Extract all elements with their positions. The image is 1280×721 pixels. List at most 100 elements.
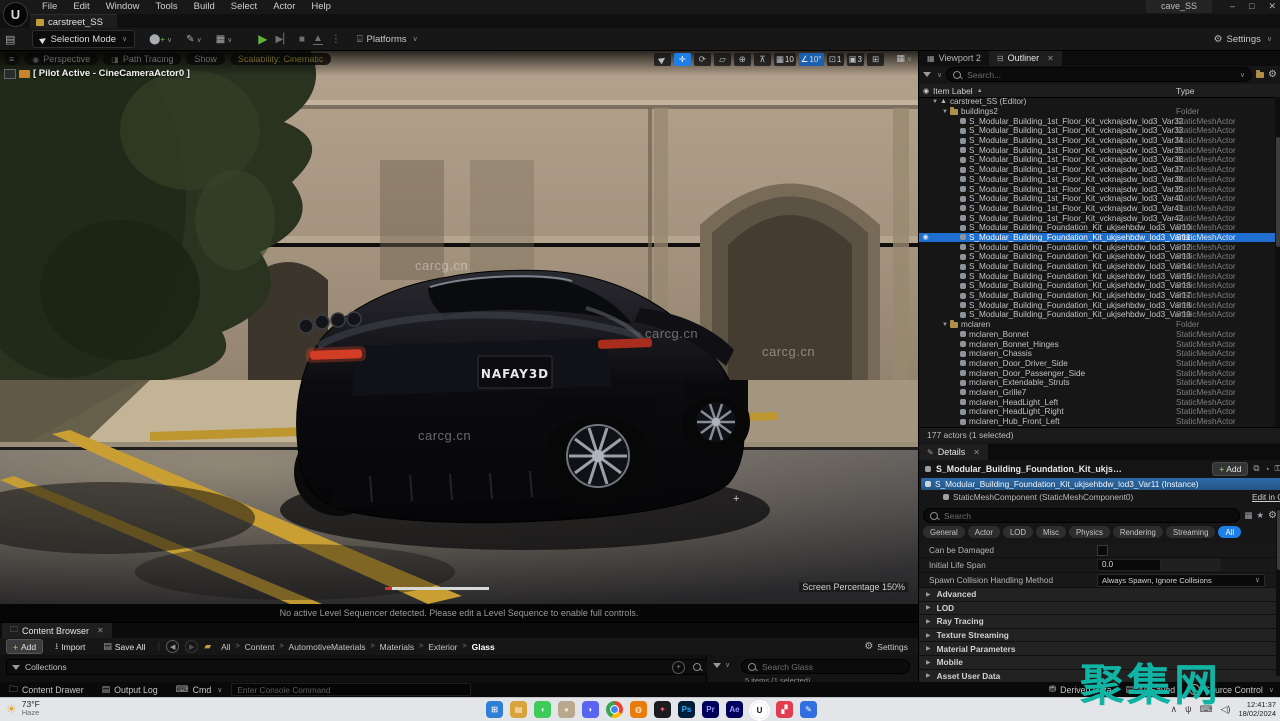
outliner-search-box[interactable]: ∨ <box>946 67 1252 82</box>
rotation-snap-toggle[interactable]: ∠10° <box>799 53 824 66</box>
outliner-row[interactable]: S_Modular_Building_1st_Floor_Kit_vcknajs… <box>919 204 1275 214</box>
camera-frame-icon[interactable] <box>4 69 16 79</box>
menu-file[interactable]: File <box>34 0 65 14</box>
outliner-row[interactable]: ▼mclarenFolder <box>919 320 1275 330</box>
maximize-viewport-icon[interactable]: ⊞ <box>867 53 884 66</box>
scale-snap-toggle[interactable]: ⊡1 <box>827 53 844 66</box>
outliner-row[interactable]: ▼▲carstreet_SS (Editor) <box>919 97 1275 107</box>
close-tab-icon[interactable]: ✕ <box>1047 54 1054 63</box>
section-texture-streaming[interactable]: ▶Texture Streaming <box>919 629 1280 643</box>
taskbar-windows-start-icon[interactable]: ⊞ <box>486 701 503 718</box>
add-asset-button[interactable]: + Add <box>6 639 43 654</box>
outliner-row[interactable]: S_Modular_Building_Foundation_Kit_ukjseh… <box>919 262 1275 272</box>
visibility-column-icon[interactable]: ◉ <box>919 87 933 95</box>
outliner-row[interactable]: S_Modular_Building_1st_Floor_Kit_vcknajs… <box>919 194 1275 204</box>
outliner-row[interactable]: S_Modular_Building_1st_Floor_Kit_vcknajs… <box>919 213 1275 223</box>
outliner-row[interactable]: S_Modular_Building_1st_Floor_Kit_vcknajs… <box>919 116 1275 126</box>
settings-dropdown[interactable]: ⚙ Settings ∨ <box>1214 34 1272 45</box>
move-tool-icon[interactable]: ✛ <box>674 53 691 66</box>
outliner-settings-icon[interactable]: ⚙ <box>1268 69 1277 80</box>
forward-button[interactable]: ▶ <box>185 640 198 653</box>
tab-cave-ss[interactable]: cave_SS <box>1146 0 1212 13</box>
details-search-box[interactable] <box>923 508 1240 523</box>
outliner-row[interactable]: mclaren_Door_Passenger_SideStaticMeshAct… <box>919 368 1275 378</box>
outliner-row[interactable]: S_Modular_Building_1st_Floor_Kit_vcknajs… <box>919 126 1275 136</box>
taskbar-app-blue-icon[interactable]: ✎ <box>800 701 817 718</box>
outliner-row[interactable]: S_Modular_Building_1st_Floor_Kit_vcknajs… <box>919 165 1275 175</box>
rotate-tool-icon[interactable]: ⟳ <box>694 53 711 66</box>
outliner-column-headers[interactable]: ◉ Item Label ▲ Type <box>919 84 1280 98</box>
section-lod[interactable]: ▶LOD <box>919 602 1280 616</box>
world-space-icon[interactable]: ⊕ <box>734 53 751 66</box>
tab-details[interactable]: ✎ Details ✕ <box>919 444 988 460</box>
taskbar-file-explorer-icon[interactable]: ▤ <box>510 701 527 718</box>
back-button[interactable]: ◀ <box>166 640 179 653</box>
outliner-row[interactable]: mclaren_Extendable_StrutsStaticMeshActor <box>919 378 1275 388</box>
component-row[interactable]: StaticMeshComponent (StaticMeshComponent… <box>921 491 1280 503</box>
outliner-row[interactable]: mclaren_Hub_Front_LeftStaticMeshActor <box>919 417 1275 427</box>
outliner-row[interactable]: S_Modular_Building_1st_Floor_Kit_vcknajs… <box>919 136 1275 146</box>
visibility-eye-icon[interactable]: ◉ <box>919 233 932 241</box>
outliner-row[interactable]: S_Modular_Building_Foundation_Kit_ukjseh… <box>919 252 1275 262</box>
taskbar-wechat-icon[interactable]: ◖ <box>534 701 551 718</box>
taskbar-discord-icon[interactable]: ◗ <box>582 701 599 718</box>
details-tab-misc[interactable]: Misc <box>1036 526 1066 538</box>
close-details-icon[interactable]: ✕ <box>973 448 980 457</box>
tab-content-browser[interactable]: 🗀 Content Browser ✕ <box>2 623 112 638</box>
console-command-input[interactable] <box>231 683 471 696</box>
section-material-parameters[interactable]: ▶Material Parameters <box>919 642 1280 656</box>
sequencer-scrub-bar[interactable] <box>385 587 489 590</box>
speaker-icon[interactable]: ◁) <box>1221 704 1231 715</box>
taskbar-app-red-icon[interactable]: ▞ <box>776 701 793 718</box>
details-tab-streaming[interactable]: Streaming <box>1166 526 1216 538</box>
expand-caret-icon[interactable]: ▼ <box>942 322 950 328</box>
taskbar-after-effects-icon[interactable]: Ae <box>726 701 743 718</box>
tab-carstreet-ss[interactable]: carstreet_SS <box>30 14 117 29</box>
menu-edit[interactable]: Edit <box>65 0 97 14</box>
edit-in-cpp-link[interactable]: Edit in C++ <box>1252 492 1280 502</box>
add-actor-icon[interactable]: ⬤+∨ <box>149 34 172 45</box>
property-control[interactable] <box>1097 545 1108 556</box>
details-search-input[interactable] <box>942 510 1233 522</box>
output-log-button[interactable]: ▤ Output Log <box>93 684 167 695</box>
outliner-search-input[interactable] <box>965 69 1234 81</box>
number-input[interactable]: 0.0 <box>1097 559 1161 571</box>
close-content-browser-icon[interactable]: ✕ <box>97 626 104 635</box>
details-tab-physics[interactable]: Physics <box>1069 526 1110 538</box>
skip-button[interactable]: ▶▏ <box>276 34 291 45</box>
outliner-row[interactable]: mclaren_HeadLight_LeftStaticMeshActor <box>919 397 1275 407</box>
save-icon[interactable]: ▤ <box>0 33 20 46</box>
dropdown[interactable]: Always Spawn, Ignore Collisions∨ <box>1097 574 1265 587</box>
taskbar-photoshop-icon[interactable]: Ps <box>678 701 695 718</box>
search-icon[interactable] <box>693 663 701 671</box>
close-button[interactable]: ✕ <box>1268 0 1276 13</box>
add-collection-icon[interactable]: + <box>672 661 685 674</box>
outliner-row[interactable]: S_Modular_Building_1st_Floor_Kit_vcknajs… <box>919 145 1275 155</box>
outliner-row[interactable]: mclaren_ChassisStaticMeshActor <box>919 349 1275 359</box>
section-advanced[interactable]: ▶Advanced <box>919 588 1280 602</box>
taskbar-davinci-resolve-icon[interactable]: ✦ <box>654 701 671 718</box>
favorites-star-icon[interactable]: ★ <box>1256 510 1264 521</box>
camera-speed-toggle[interactable]: ▣3 <box>847 53 864 66</box>
outliner-row[interactable]: S_Modular_Building_Foundation_Kit_ukjseh… <box>919 223 1275 233</box>
grid-snap-toggle[interactable]: ▦10 <box>774 53 796 66</box>
outliner-row[interactable]: mclaren_Grille7StaticMeshActor <box>919 388 1275 398</box>
menu-window[interactable]: Window <box>98 0 148 14</box>
details-scrollbar[interactable] <box>1276 508 1280 676</box>
menu-tools[interactable]: Tools <box>147 0 185 14</box>
asset-search-input[interactable] <box>760 661 903 673</box>
cinematics-icon[interactable]: ▦∨ <box>216 34 233 45</box>
breadcrumb-all[interactable]: All <box>221 642 230 652</box>
menu-help[interactable]: Help <box>303 0 339 14</box>
selection-mode-dropdown[interactable]: ▶ Selection Mode ∨ <box>32 30 135 48</box>
breadcrumb-automotivematerials[interactable]: AutomotiveMaterials <box>289 642 366 652</box>
taskbar-app-sand-icon[interactable]: ● <box>558 701 575 718</box>
help-icon[interactable]: ◔ <box>1264 464 1269 474</box>
stop-button[interactable]: ■ <box>299 34 305 45</box>
asset-filter-dropdown[interactable]: ∨ <box>713 661 730 669</box>
weather-widget[interactable]: ☀ 73°F Haze <box>6 700 40 717</box>
outliner-row[interactable]: S_Modular_Building_Foundation_Kit_ukjseh… <box>919 281 1275 291</box>
checkbox[interactable] <box>1097 545 1108 556</box>
viewport-layout-dropdown[interactable]: ▦∨ <box>896 53 912 64</box>
cmd-dropdown[interactable]: ⌨ Cmd ∨ <box>167 684 232 695</box>
